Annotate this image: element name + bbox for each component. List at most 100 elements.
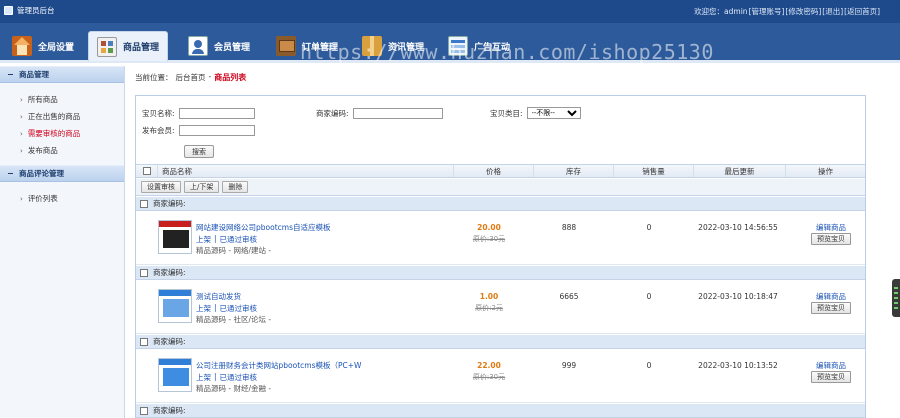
order-icon	[276, 36, 296, 56]
sidebar-item-publish[interactable]: › 发布商品	[20, 142, 124, 159]
tab-global-settings[interactable]: 全局设置	[4, 31, 82, 61]
status-separator: |	[214, 234, 217, 243]
row-checkbox[interactable]	[140, 337, 148, 346]
search-button[interactable]: 搜索	[184, 145, 214, 158]
arrow-icon: ›	[20, 95, 23, 104]
sidebar-item-label: 评价列表	[27, 194, 58, 203]
main-nav-tabs: 全局设置 商品管理 会员管理 订单管理 资讯管理 广告互动	[0, 23, 900, 63]
product-updated: 2022-03-10 10:18:47	[698, 292, 778, 301]
audit-status: 已通过审核	[219, 304, 258, 313]
arrow-icon: ›	[20, 194, 23, 203]
top-bar: 管理员后台 欢迎您：admin [管理账号] [修改密码] [退出] [返回首页…	[0, 0, 900, 23]
publisher-input[interactable]	[178, 125, 255, 136]
row-checkbox[interactable]	[140, 199, 148, 208]
sidebar-section-title: 商品评论管理	[19, 169, 64, 178]
arrow-icon: ›	[20, 112, 23, 121]
thumb-screen	[163, 368, 189, 386]
home-icon	[12, 36, 32, 56]
back-home-link[interactable]: [返回首页]	[844, 6, 880, 17]
thumb-banner	[159, 221, 191, 227]
product-name-link[interactable]: 测试自动发货	[196, 291, 241, 302]
admin-logo-icon	[4, 6, 13, 15]
name-input[interactable]	[178, 108, 255, 119]
preview-button[interactable]: 预览宝贝	[811, 371, 851, 383]
row-checkbox[interactable]	[140, 268, 148, 277]
select-all-checkbox[interactable]	[142, 167, 151, 175]
sidebar-item-label: 所有商品	[27, 95, 58, 104]
product-name-link[interactable]: 公司注册财务会计类网站pbootcms模板（PC+W	[196, 360, 361, 371]
ad-icon	[448, 36, 468, 56]
logout-link[interactable]: [退出]	[822, 6, 843, 17]
product-sold: 0	[646, 292, 652, 301]
code-filter: 商家编码:	[316, 108, 443, 119]
tab-news-management[interactable]: 资讯管理	[354, 31, 432, 61]
code-label: 商家编码:	[316, 109, 349, 118]
product-updated: 2022-03-10 10:13:52	[698, 361, 778, 370]
type-select[interactable]: --不限--	[526, 107, 581, 119]
publisher-filter: 发布会员:	[142, 125, 255, 136]
type-label: 宝贝类目:	[490, 108, 523, 118]
listing-status: 上架	[196, 304, 211, 313]
code-input[interactable]	[352, 108, 443, 119]
tab-member-management[interactable]: 会员管理	[180, 31, 258, 61]
sidebar-item-reviews[interactable]: › 评价列表	[20, 190, 124, 207]
breadcrumb-current: 商品列表	[214, 73, 247, 82]
delete-button[interactable]: 删除	[222, 181, 249, 193]
search-form: 宝贝名称: 商家编码: 宝贝类目: --不限-- 发布会员: 搜索	[136, 96, 865, 164]
manage-account-link[interactable]: [管理账号]	[749, 6, 785, 17]
member-icon	[188, 36, 208, 56]
system-title: 管理员后台	[4, 5, 55, 16]
listing-status: 上架	[196, 235, 211, 244]
preview-button[interactable]: 预览宝贝	[811, 233, 851, 245]
tab-ad-interaction[interactable]: 广告互动	[440, 31, 518, 61]
sidebar-item-label: 发布商品	[27, 146, 58, 155]
change-password-link[interactable]: [修改密码]	[785, 6, 821, 17]
product-sold: 0	[646, 361, 652, 370]
product-name-link[interactable]: 网站建设网络公司pbootcms自适应模板	[196, 222, 330, 233]
sidebar-item-on-sale[interactable]: › 正在出售的商品	[20, 108, 124, 125]
product-price: 1.00	[479, 292, 499, 301]
audit-status: 已通过审核	[219, 373, 258, 382]
tab-order-management[interactable]: 订单管理	[268, 31, 346, 61]
tab-label: 资讯管理	[388, 42, 425, 53]
sidebar-item-needs-review[interactable]: › 需要审核的商品	[20, 125, 124, 142]
edit-product-link[interactable]: 编辑商品	[798, 291, 864, 302]
main-content: 当前位置： 后台首页 - 商品列表 宝贝名称: 商家编码: 宝贝类目: --不限…	[127, 66, 900, 418]
product-sold: 0	[646, 223, 652, 232]
arrow-icon: ›	[20, 146, 23, 155]
tab-goods-management[interactable]: 商品管理	[88, 31, 169, 61]
sidebar-section-header[interactable]: 商品管理	[0, 66, 124, 83]
breadcrumb-sep: -	[208, 72, 212, 81]
header-price: 价格	[454, 165, 534, 177]
arrow-icon: ›	[20, 129, 23, 138]
collapse-icon	[8, 173, 13, 174]
edit-product-link[interactable]: 编辑商品	[798, 222, 864, 233]
product-thumbnail[interactable]	[158, 220, 192, 254]
thumb-banner	[159, 290, 191, 296]
sidebar-item-all-goods[interactable]: › 所有商品	[20, 91, 124, 108]
product-status: 上架 | 已通过审核	[196, 303, 257, 314]
toggle-listing-button[interactable]: 上/下架	[184, 181, 220, 193]
sidebar-list: › 评价列表	[0, 182, 124, 213]
row-checkbox[interactable]	[140, 406, 148, 415]
edit-product-link[interactable]: 编辑商品	[798, 360, 864, 371]
product-category: 精品源码 - 财经/金融 -	[196, 384, 272, 393]
table-row: 公司注册财务会计类网站pbootcms模板（PC+W 上架 | 已通过审核 精品…	[136, 350, 865, 403]
product-thumbnail[interactable]	[158, 289, 192, 323]
merchant-code-label: 商家编码:	[153, 337, 186, 346]
sidebar-section-header[interactable]: 商品评论管理	[0, 165, 124, 182]
product-original-price: 原价:2元	[475, 304, 503, 312]
publisher-label: 发布会员:	[142, 126, 175, 135]
product-group-header: 商家编码:	[136, 404, 865, 418]
type-filter: 宝贝类目: --不限--	[490, 107, 581, 119]
breadcrumb-home[interactable]: 后台首页	[176, 72, 206, 83]
side-drag-handle[interactable]	[892, 279, 900, 317]
preview-button[interactable]: 预览宝贝	[811, 302, 851, 314]
system-title-text: 管理员后台	[17, 6, 55, 15]
set-review-button[interactable]: 设置审核	[141, 181, 181, 193]
goods-list-panel: 宝贝名称: 商家编码: 宝贝类目: --不限-- 发布会员: 搜索 商品名称 价…	[135, 95, 866, 418]
breadcrumb-prefix: 当前位置：	[135, 73, 173, 82]
header-name: 商品名称	[158, 165, 454, 177]
merchant-code-label: 商家编码:	[153, 268, 186, 277]
product-thumbnail[interactable]	[158, 358, 192, 392]
